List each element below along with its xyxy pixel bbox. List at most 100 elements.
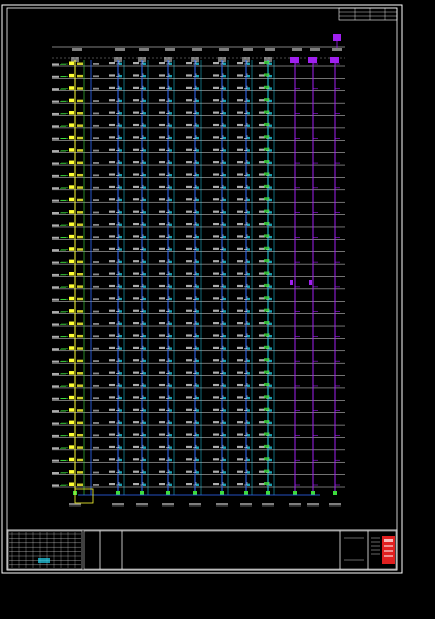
fixture-label bbox=[109, 334, 115, 337]
fixture-label bbox=[93, 434, 99, 437]
valve-symbol bbox=[247, 235, 250, 239]
valve-symbol bbox=[143, 124, 146, 127]
valve-symbol bbox=[143, 384, 146, 387]
fixture-label bbox=[213, 408, 219, 411]
fixture-label bbox=[237, 346, 243, 349]
fixture-label bbox=[109, 346, 115, 349]
floor-fixture bbox=[69, 432, 74, 437]
valve-symbol bbox=[247, 285, 250, 288]
fixture-label bbox=[133, 408, 139, 411]
valve-symbol bbox=[264, 221, 269, 225]
floor-level-tag bbox=[52, 224, 59, 227]
fixture-label bbox=[93, 199, 99, 202]
fixture-label bbox=[159, 148, 165, 151]
fixture-label bbox=[213, 161, 219, 164]
valve-symbol bbox=[247, 347, 250, 350]
valve-symbol bbox=[196, 471, 199, 474]
valve-symbol bbox=[264, 110, 269, 114]
fixture-label bbox=[213, 260, 219, 263]
fixture-label bbox=[133, 359, 139, 362]
valve-symbol bbox=[119, 434, 122, 437]
fixture-label bbox=[159, 359, 165, 362]
fixture-label bbox=[93, 236, 99, 239]
floor-fixture bbox=[69, 61, 74, 65]
valve-symbol bbox=[169, 421, 172, 425]
valve-symbol bbox=[247, 335, 250, 338]
floor-level-tag bbox=[52, 211, 59, 214]
purple-tag bbox=[333, 34, 341, 41]
valve-symbol bbox=[169, 149, 172, 152]
valve-symbol bbox=[196, 285, 199, 288]
fixture-label bbox=[237, 371, 243, 374]
valve-symbol bbox=[119, 136, 122, 140]
valve-symbol bbox=[119, 421, 122, 425]
valve-symbol bbox=[143, 99, 146, 103]
floor-fixture bbox=[69, 185, 74, 189]
valve-symbol bbox=[223, 297, 226, 301]
fixture-label bbox=[186, 272, 192, 275]
floor-fixture bbox=[77, 334, 83, 338]
floor-fixture bbox=[69, 197, 74, 202]
valve-symbol bbox=[169, 458, 172, 462]
valve-symbol bbox=[223, 372, 226, 375]
sheet-background bbox=[0, 0, 435, 619]
valve-symbol bbox=[264, 333, 269, 337]
fixture-label bbox=[237, 136, 243, 139]
valve-symbol bbox=[196, 99, 199, 103]
floor-fixture bbox=[69, 73, 74, 78]
fixture-label bbox=[237, 458, 243, 461]
valve-symbol bbox=[264, 184, 269, 188]
valve-symbol bbox=[143, 310, 146, 313]
valve-symbol bbox=[269, 149, 272, 152]
valve-symbol bbox=[247, 396, 250, 400]
fixture-label bbox=[133, 433, 139, 436]
valve-symbol bbox=[264, 160, 269, 164]
fixture-label bbox=[133, 123, 139, 127]
valve-symbol bbox=[143, 248, 146, 251]
valve-symbol bbox=[143, 297, 146, 301]
valve-symbol bbox=[119, 409, 122, 412]
floor-fixture bbox=[77, 161, 83, 165]
fixture-label bbox=[186, 383, 192, 387]
floor-fixture bbox=[77, 471, 83, 474]
fixture-label bbox=[159, 458, 165, 461]
fixture-label bbox=[237, 247, 243, 250]
valve-symbol bbox=[247, 87, 250, 90]
valve-symbol bbox=[247, 434, 250, 437]
floor-fixture bbox=[77, 384, 83, 387]
purple-marker bbox=[290, 280, 293, 285]
fixture-label bbox=[133, 371, 139, 374]
valve-symbol bbox=[143, 285, 146, 288]
fixture-label bbox=[133, 272, 139, 275]
fixture-label bbox=[133, 346, 139, 349]
fixture-label bbox=[93, 124, 99, 127]
valve-symbol bbox=[247, 322, 250, 326]
fixture-label bbox=[109, 99, 115, 102]
fixture-label bbox=[186, 322, 192, 325]
fixture-label bbox=[93, 100, 99, 102]
floor-fixture bbox=[77, 322, 83, 326]
floor-fixture bbox=[77, 248, 83, 251]
fixture-label bbox=[93, 298, 99, 301]
riser-head-label bbox=[115, 48, 125, 51]
floor-fixture bbox=[69, 470, 74, 474]
fixture-label bbox=[133, 99, 139, 102]
valve-symbol bbox=[196, 235, 199, 239]
fixture-label bbox=[109, 260, 115, 263]
riser-head-label bbox=[72, 48, 82, 51]
floor-fixture bbox=[69, 383, 74, 387]
valve-symbol bbox=[269, 359, 272, 363]
fixture-label bbox=[237, 86, 243, 89]
valve-symbol bbox=[143, 446, 146, 449]
fixture-label bbox=[213, 148, 219, 151]
valve-symbol bbox=[169, 223, 172, 226]
fixture-label bbox=[159, 396, 165, 399]
fixture-label bbox=[186, 396, 192, 399]
floor-level-tag bbox=[52, 199, 59, 202]
valve-symbol bbox=[119, 174, 122, 177]
fixture-label bbox=[133, 148, 139, 151]
valve-symbol bbox=[247, 260, 250, 264]
valve-symbol bbox=[264, 234, 269, 238]
valve-symbol bbox=[264, 122, 269, 126]
valve-symbol bbox=[247, 223, 250, 226]
